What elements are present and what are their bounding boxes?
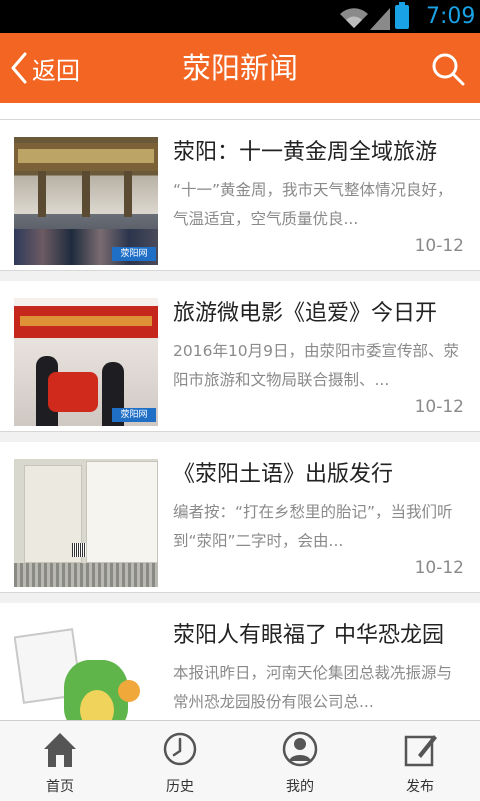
nav-label: 历史 (166, 779, 194, 795)
news-date: 10-12 (414, 558, 464, 578)
news-thumbnail: 荥阳网 (14, 137, 158, 265)
news-title: 荥阳：十一黄金周全域旅游 (173, 140, 438, 165)
news-date: 10-12 (414, 236, 464, 256)
wifi-icon (340, 8, 368, 28)
status-bar: 7:09 (0, 0, 480, 33)
thumbnail-watermark: 荥阳网 (112, 408, 156, 422)
news-title: 荥阳人有眼福了 中华恐龙园 (173, 623, 444, 648)
search-icon[interactable] (430, 51, 466, 87)
nav-label: 发布 (406, 779, 434, 795)
news-summary: 本报讯昨日，河南天伦集团总裁冼振源与常州恐龙园股份有限公司总... (173, 664, 453, 711)
clock-icon (163, 732, 197, 766)
news-summary: “十一”黄金周，我市天气整体情况良好，气温适宜，空气质量优良... (173, 181, 453, 228)
home-icon (44, 733, 76, 767)
nav-label: 首页 (46, 779, 74, 795)
nav-home[interactable]: 首页 (0, 721, 120, 801)
bottom-nav: 首页 历史 我的 发布 (0, 720, 480, 801)
signal-icon (370, 8, 390, 30)
news-item[interactable]: 《荥阳土语》出版发行 编者按：“打在乡愁里的胎记”，当我们听到“荥阳”二字时，会… (0, 442, 480, 593)
status-time: 7:09 (426, 4, 476, 29)
page-title: 荥阳新闻 (181, 51, 298, 85)
edit-icon (404, 735, 437, 767)
list-top-divider (0, 103, 480, 120)
news-summary: 2016年10月9日，由荥阳市委宣传部、荥阳市旅游和文物局联合摄制、... (173, 342, 460, 389)
news-list[interactable]: 荥阳网 荥阳：十一黄金周全域旅游 “十一”黄金周，我市天气整体情况良好，气温适宜… (0, 103, 480, 720)
nav-history[interactable]: 历史 (120, 721, 240, 801)
news-date: 10-12 (414, 397, 464, 417)
nav-mine[interactable]: 我的 (240, 721, 360, 801)
news-title: 《荥阳土语》出版发行 (173, 462, 394, 487)
news-item[interactable]: 荥阳人有眼福了 中华恐龙园 本报讯昨日，河南天伦集团总裁冼振源与常州恐龙园股份有… (0, 603, 480, 720)
news-item[interactable]: 荥阳网 旅游微电影《追爱》今日开 2016年10月9日，由荥阳市委宣传部、荥阳市… (0, 281, 480, 432)
news-thumbnail (14, 620, 158, 720)
battery-icon (395, 2, 409, 29)
nav-label: 我的 (286, 779, 314, 795)
news-thumbnail: 荥阳网 (14, 298, 158, 426)
user-icon (282, 731, 318, 767)
news-thumbnail (14, 459, 158, 587)
nav-publish[interactable]: 发布 (360, 721, 480, 801)
thumbnail-watermark: 荥阳网 (112, 247, 156, 261)
news-item[interactable]: 荥阳网 荥阳：十一黄金周全域旅游 “十一”黄金周，我市天气整体情况良好，气温适宜… (0, 120, 480, 271)
app-header: 返回 荥阳新闻 (0, 33, 480, 103)
news-title: 旅游微电影《追爱》今日开 (173, 301, 438, 326)
news-summary: 编者按：“打在乡愁里的胎记”，当我们听到“荥阳”二字时，会由... (173, 503, 453, 550)
